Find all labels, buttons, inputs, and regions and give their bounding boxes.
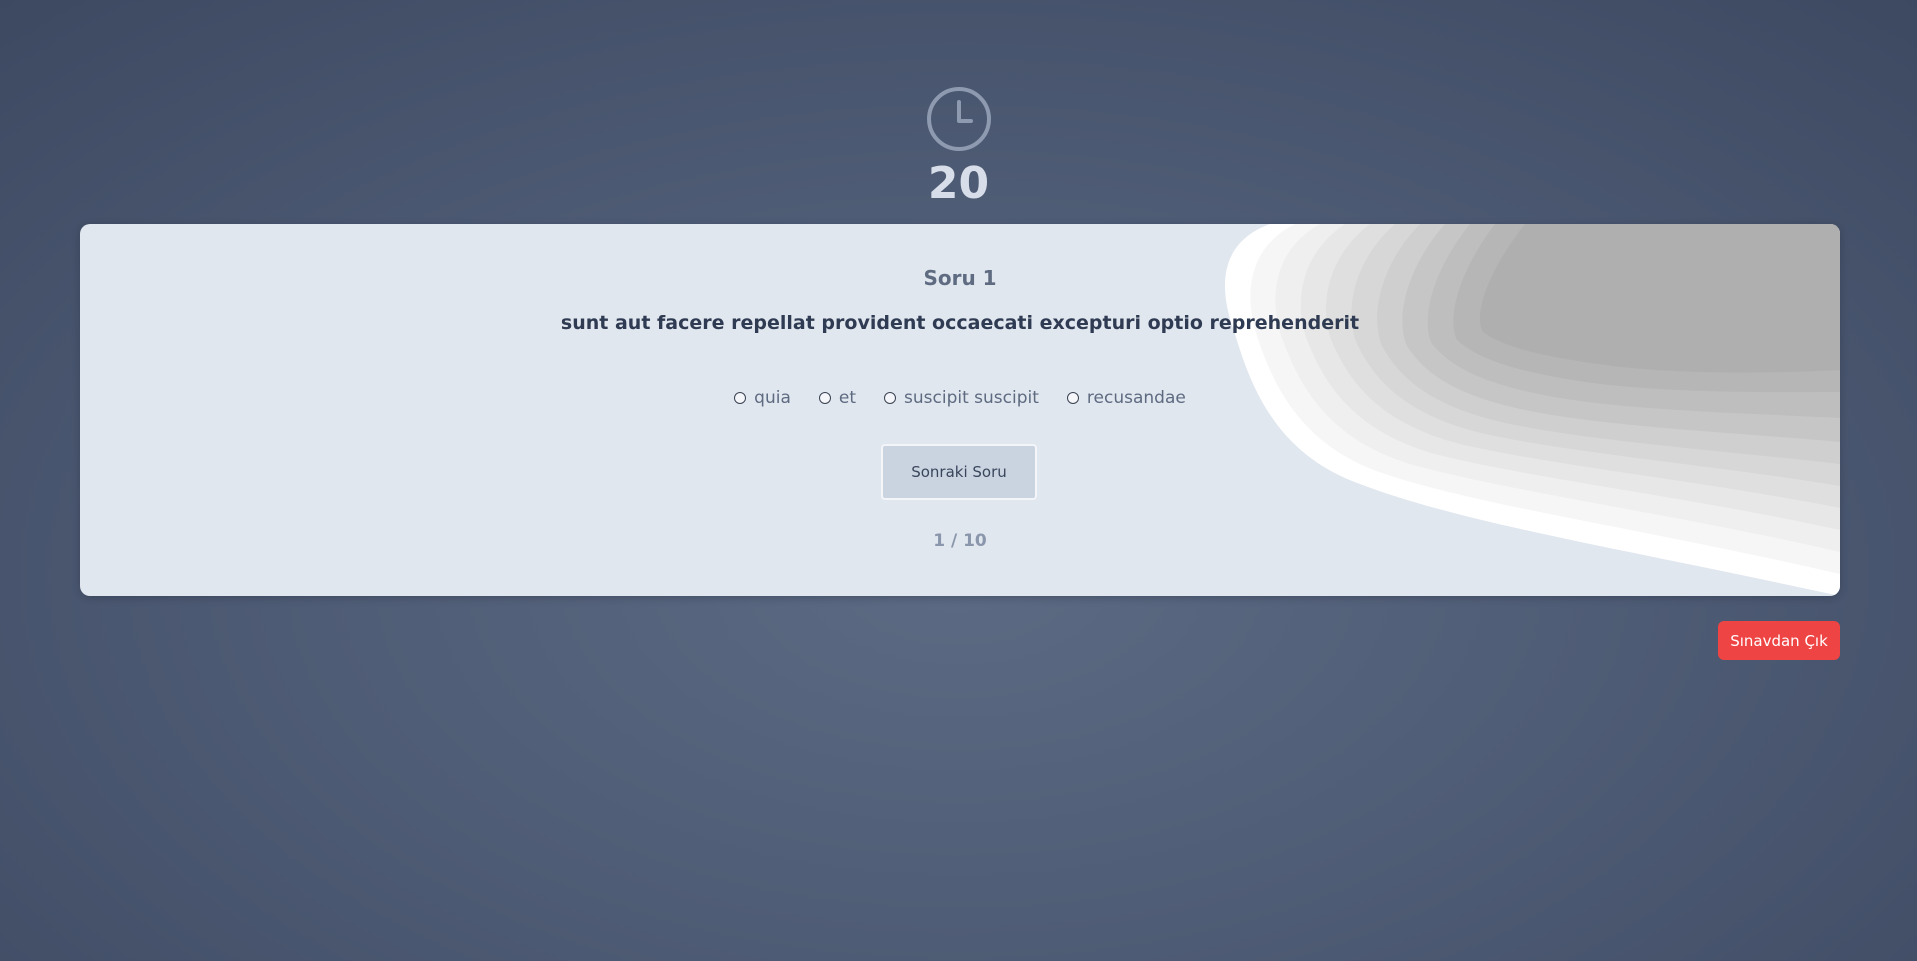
- answer-option[interactable]: suscipit suscipit: [884, 387, 1039, 409]
- clock-icon: [926, 87, 991, 151]
- question-card: Soru 1 sunt aut facere repellat providen…: [80, 224, 1840, 596]
- timer: 20: [0, 86, 1917, 208]
- next-question-button[interactable]: Sonraki Soru: [881, 444, 1037, 500]
- option-label: recusandae: [1086, 388, 1186, 408]
- radio-button[interactable]: [734, 392, 747, 404]
- radio-button[interactable]: [818, 392, 831, 404]
- answer-option[interactable]: quia: [734, 387, 791, 409]
- timer-value: 20: [927, 158, 990, 209]
- radio-button[interactable]: [1066, 392, 1079, 404]
- question-progress: 1 / 10: [933, 531, 987, 551]
- option-label: quia: [754, 388, 791, 408]
- radio-button[interactable]: [884, 392, 897, 404]
- exit-exam-button[interactable]: Sınavdan Çık: [1718, 621, 1840, 660]
- question-number: Soru 1: [923, 266, 997, 290]
- question-text: sunt aut facere repellat provident occae…: [560, 312, 1360, 334]
- option-label: et: [838, 388, 857, 408]
- answer-option[interactable]: recusandae: [1066, 387, 1186, 409]
- option-label: suscipit suscipit: [904, 388, 1039, 408]
- answer-options: quia et suscipit suscipit recusandae: [80, 387, 1840, 409]
- answer-option[interactable]: et: [818, 387, 857, 409]
